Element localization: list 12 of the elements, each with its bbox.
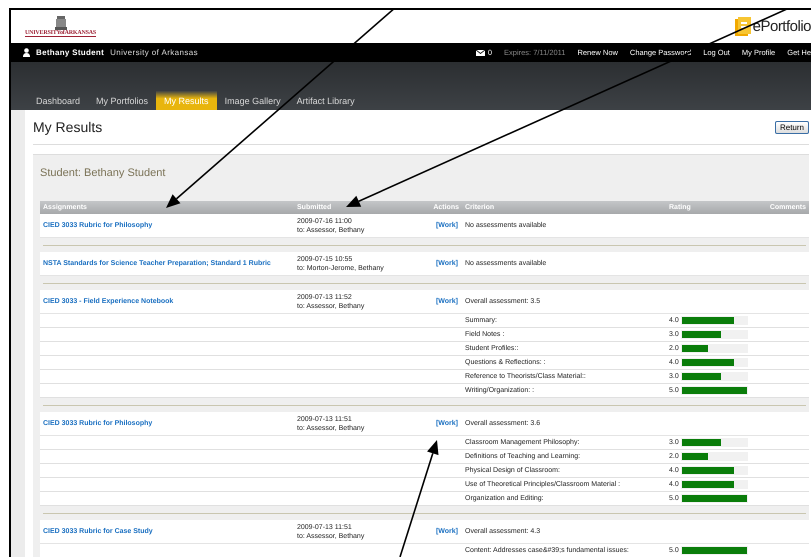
- eportfolio-logo: ePortfolio: [734, 16, 811, 36]
- return-button[interactable]: Return: [774, 120, 809, 134]
- page-title: My Results: [33, 119, 102, 135]
- user-icon: [23, 48, 30, 57]
- user-name: Bethany Student: [36, 48, 104, 57]
- nav-tab[interactable]: Dashboard: [28, 91, 88, 110]
- student-heading: Student: Bethany Student: [40, 166, 166, 181]
- mail-icon[interactable]: [476, 50, 485, 56]
- nav-tab[interactable]: Image Gallery: [216, 91, 289, 110]
- institution-name: University of Arkansas: [110, 48, 198, 57]
- nav-tab[interactable]: Artifact Library: [288, 91, 363, 110]
- nav-tab[interactable]: My Portfolios: [88, 91, 156, 110]
